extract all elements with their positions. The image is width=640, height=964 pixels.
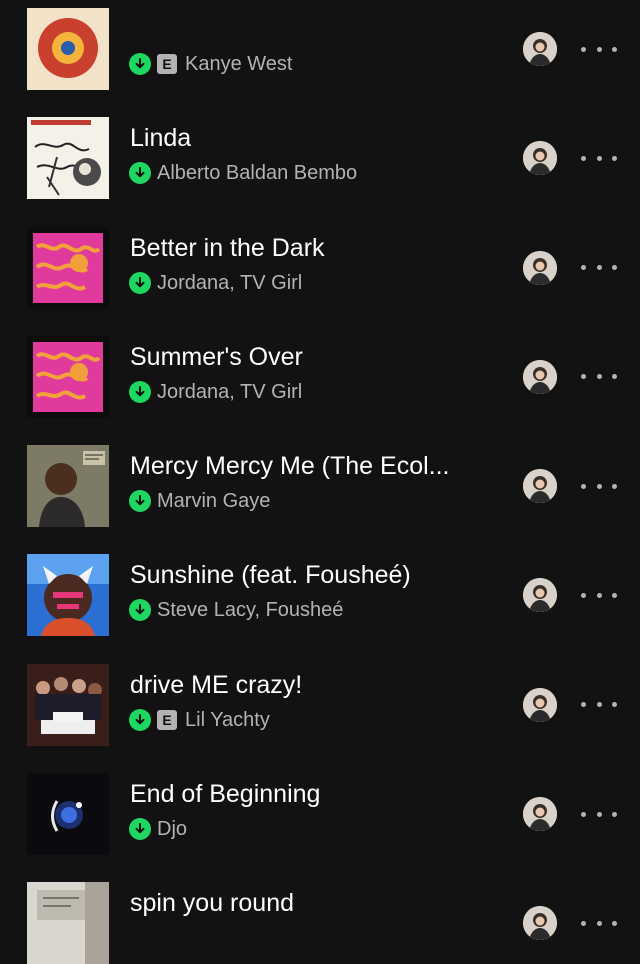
track-row[interactable]: Summer's Over Jordana, TV Girl <box>0 293 640 418</box>
track-row[interactable]: drive ME crazy! E Lil Yachty <box>0 621 640 746</box>
track-artist: Jordana, TV Girl <box>157 380 303 403</box>
download-arrow-icon <box>129 271 151 294</box>
added-by-avatar[interactable] <box>523 141 557 176</box>
track-title: drive ME crazy! <box>130 670 303 699</box>
track-list: E Kanye West Linda Alberto Baldan Bembo … <box>0 0 640 964</box>
track-meta: Djo <box>129 816 187 842</box>
added-by-avatar[interactable] <box>523 797 557 832</box>
more-options-icon[interactable] <box>581 693 617 717</box>
added-by-avatar[interactable] <box>523 687 557 722</box>
track-row[interactable]: E Kanye West <box>0 0 640 90</box>
album-art <box>27 882 109 964</box>
more-options-icon[interactable] <box>581 365 617 389</box>
track-title: Mercy Mercy Me (The Ecol... <box>130 452 450 481</box>
track-title: Linda <box>130 124 192 153</box>
added-by-avatar[interactable] <box>523 906 557 941</box>
track-artist: Steve Lacy, Fousheé <box>157 599 344 622</box>
track-meta: Marvin Gaye <box>129 488 270 514</box>
added-by-avatar[interactable] <box>523 359 557 394</box>
track-title: spin you round <box>130 889 295 918</box>
track-meta: E Lil Yachty <box>129 707 270 733</box>
more-options-icon[interactable] <box>581 256 617 280</box>
track-title: Sunshine (feat. Fousheé) <box>130 561 411 590</box>
download-arrow-icon <box>129 708 151 731</box>
download-arrow-icon <box>129 380 151 403</box>
track-meta: E Kanye West <box>129 51 292 77</box>
track-meta: Steve Lacy, Fousheé <box>129 597 343 623</box>
track-row[interactable]: End of Beginning Djo <box>0 730 640 856</box>
track-artist: Marvin Gaye <box>157 490 271 513</box>
track-artist: Jordana, TV Girl <box>157 271 303 294</box>
explicit-badge: E <box>157 709 177 730</box>
track-artist: Lil Yachty <box>185 708 270 731</box>
track-artist: Kanye West <box>185 53 293 75</box>
more-options-icon[interactable] <box>581 37 617 61</box>
track-row[interactable]: Better in the Dark Jordana, TV Girl <box>0 184 640 309</box>
track-meta: Alberto Baldan Bembo <box>129 160 357 186</box>
track-title: Summer's Over <box>130 342 303 371</box>
explicit-badge: E <box>157 54 177 74</box>
track-row[interactable]: Linda Alberto Baldan Bembo <box>0 74 640 200</box>
track-artist: Djo <box>157 818 188 841</box>
track-meta: Jordana, TV Girl <box>129 270 302 296</box>
track-row[interactable]: Mercy Mercy Me (The Ecol... Marvin Gaye <box>0 402 640 528</box>
track-meta: Jordana, TV Girl <box>129 379 302 405</box>
more-options-icon[interactable] <box>581 146 617 170</box>
track-title: Better in the Dark <box>130 233 325 262</box>
download-arrow-icon <box>129 53 151 75</box>
download-arrow-icon <box>129 599 151 622</box>
more-options-icon[interactable] <box>581 583 617 607</box>
download-arrow-icon <box>129 162 151 185</box>
track-title: End of Beginning <box>130 780 321 809</box>
download-arrow-icon <box>129 818 151 841</box>
added-by-avatar[interactable] <box>523 32 557 66</box>
more-options-icon[interactable] <box>581 802 617 826</box>
track-row[interactable]: Sunshine (feat. Fousheé) Steve Lacy, Fou… <box>0 511 640 637</box>
added-by-avatar[interactable] <box>523 250 557 285</box>
more-options-icon[interactable] <box>581 911 617 935</box>
added-by-avatar[interactable] <box>523 469 557 504</box>
added-by-avatar[interactable] <box>523 578 557 613</box>
track-artist: Alberto Baldan Bembo <box>157 162 358 185</box>
track-row[interactable]: spin you round <box>0 839 640 964</box>
download-arrow-icon <box>129 490 151 513</box>
more-options-icon[interactable] <box>581 474 617 498</box>
